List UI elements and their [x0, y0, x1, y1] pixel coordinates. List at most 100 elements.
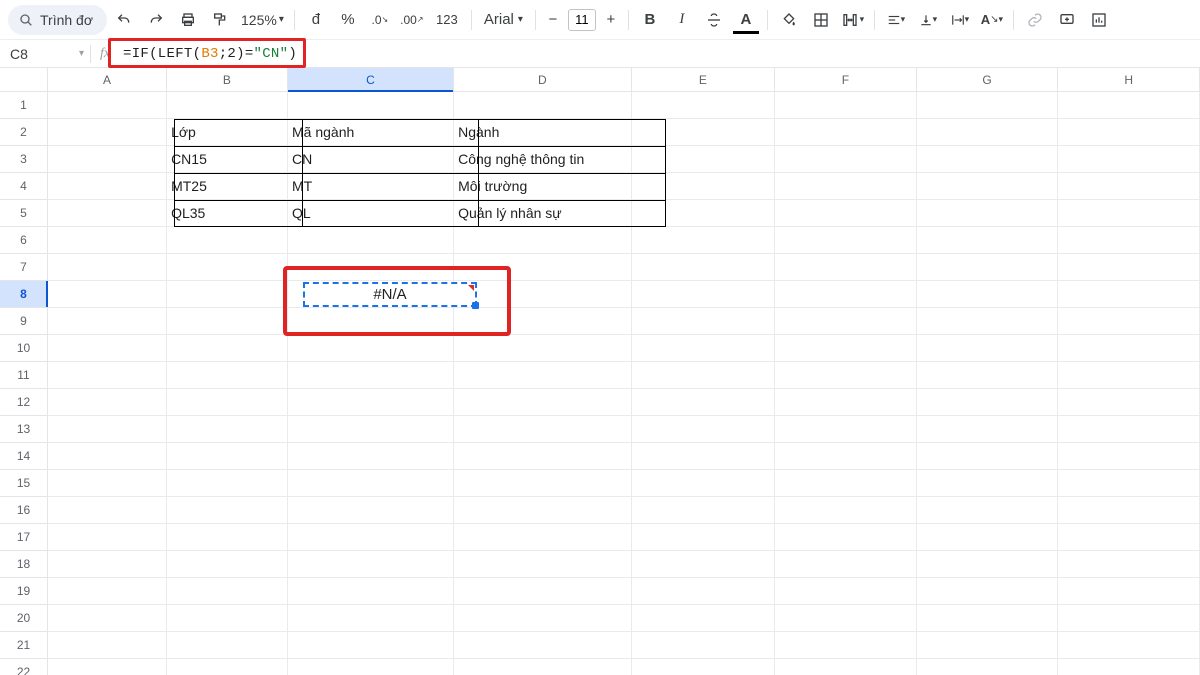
cell[interactable]: CN [288, 146, 454, 173]
cell[interactable] [1058, 551, 1200, 578]
cell[interactable] [288, 308, 454, 335]
cell[interactable] [454, 578, 631, 605]
merge-cells-button[interactable]: ▾ [838, 5, 868, 35]
row-header[interactable]: 8 [0, 281, 47, 308]
cell[interactable] [288, 389, 454, 416]
cell[interactable] [454, 605, 631, 632]
cell[interactable] [454, 524, 631, 551]
cell[interactable] [454, 281, 631, 308]
bold-button[interactable]: B [635, 5, 665, 35]
cell[interactable]: Mã ngành [288, 119, 454, 146]
cell[interactable] [917, 443, 1059, 470]
cell[interactable] [632, 308, 776, 335]
cell[interactable] [1058, 362, 1200, 389]
row-header[interactable]: 7 [0, 254, 47, 281]
row-header[interactable]: 12 [0, 389, 47, 416]
cell[interactable]: MT [288, 173, 454, 200]
more-formats-button[interactable]: 123 [429, 5, 465, 35]
rotate-text-button[interactable]: A↘ ▾ [977, 5, 1007, 35]
text-color-button[interactable]: A [731, 5, 761, 35]
cell[interactable] [775, 119, 917, 146]
row-header[interactable]: 18 [0, 551, 47, 578]
cell[interactable] [775, 632, 917, 659]
cell[interactable] [775, 227, 917, 254]
cell[interactable] [288, 362, 454, 389]
font-size-input[interactable]: 11 [568, 9, 596, 31]
cell[interactable] [167, 308, 288, 335]
cell[interactable] [1058, 92, 1200, 119]
row-header[interactable]: 22 [0, 659, 47, 675]
borders-button[interactable] [806, 5, 836, 35]
row-header[interactable]: 10 [0, 335, 47, 362]
cell[interactable] [48, 497, 167, 524]
row-header[interactable]: 14 [0, 443, 47, 470]
cell[interactable] [48, 632, 167, 659]
cell[interactable] [48, 146, 167, 173]
cell[interactable] [917, 173, 1059, 200]
cell[interactable] [1058, 632, 1200, 659]
cell[interactable] [48, 578, 167, 605]
zoom-select[interactable]: 125% ▾ [237, 12, 288, 28]
cell[interactable] [632, 416, 776, 443]
insert-comment-button[interactable] [1052, 5, 1082, 35]
cell[interactable]: MT25 [167, 173, 288, 200]
cell[interactable] [454, 659, 631, 675]
cell[interactable]: QL [288, 200, 454, 227]
cell[interactable] [917, 119, 1059, 146]
column-header[interactable]: G [917, 68, 1059, 91]
cell[interactable] [288, 605, 454, 632]
cell[interactable] [1058, 146, 1200, 173]
cell[interactable] [1058, 119, 1200, 146]
cell[interactable] [167, 605, 288, 632]
cell[interactable] [917, 335, 1059, 362]
cell[interactable] [454, 389, 631, 416]
cell[interactable] [775, 92, 917, 119]
cell[interactable] [288, 443, 454, 470]
cell[interactable] [632, 227, 776, 254]
cell[interactable] [775, 200, 917, 227]
cell[interactable] [1058, 524, 1200, 551]
cell[interactable] [632, 443, 776, 470]
cell[interactable] [917, 200, 1059, 227]
cell[interactable] [1058, 605, 1200, 632]
cells-area[interactable]: LớpMã ngànhNgànhCN15CNCông nghệ thông ti… [48, 92, 1200, 675]
cell[interactable] [1058, 254, 1200, 281]
decrease-font-button[interactable]: − [542, 5, 564, 35]
cell[interactable] [48, 308, 167, 335]
cell[interactable] [775, 497, 917, 524]
cell[interactable] [632, 254, 776, 281]
font-family-select[interactable]: Arial ▾ [478, 11, 529, 28]
cell[interactable] [917, 470, 1059, 497]
cell[interactable] [1058, 281, 1200, 308]
cell[interactable] [48, 443, 167, 470]
cell[interactable] [167, 659, 288, 675]
cell[interactable] [917, 416, 1059, 443]
cell[interactable] [288, 524, 454, 551]
cell[interactable] [454, 227, 631, 254]
cell[interactable] [632, 605, 776, 632]
row-header[interactable]: 15 [0, 470, 47, 497]
cell[interactable] [288, 92, 454, 119]
increase-decimal-button[interactable]: .00↗ [397, 5, 427, 35]
cell[interactable] [632, 335, 776, 362]
cell[interactable] [632, 200, 776, 227]
row-header[interactable]: 5 [0, 200, 47, 227]
row-header[interactable]: 13 [0, 416, 47, 443]
cell[interactable] [917, 578, 1059, 605]
cell[interactable] [775, 524, 917, 551]
link-button[interactable] [1020, 5, 1050, 35]
cell[interactable] [917, 389, 1059, 416]
menu-search[interactable]: Trình đơ [8, 5, 107, 35]
cell[interactable] [48, 659, 167, 675]
percent-format-button[interactable]: % [333, 5, 363, 35]
print-button[interactable] [173, 5, 203, 35]
cell[interactable] [454, 632, 631, 659]
cell[interactable] [917, 632, 1059, 659]
column-header[interactable]: B [167, 68, 288, 91]
cell[interactable]: QL35 [167, 200, 288, 227]
decrease-decimal-button[interactable]: .0↘ [365, 5, 395, 35]
insert-chart-button[interactable] [1084, 5, 1114, 35]
cell[interactable] [288, 470, 454, 497]
cell[interactable] [775, 443, 917, 470]
row-header[interactable]: 16 [0, 497, 47, 524]
